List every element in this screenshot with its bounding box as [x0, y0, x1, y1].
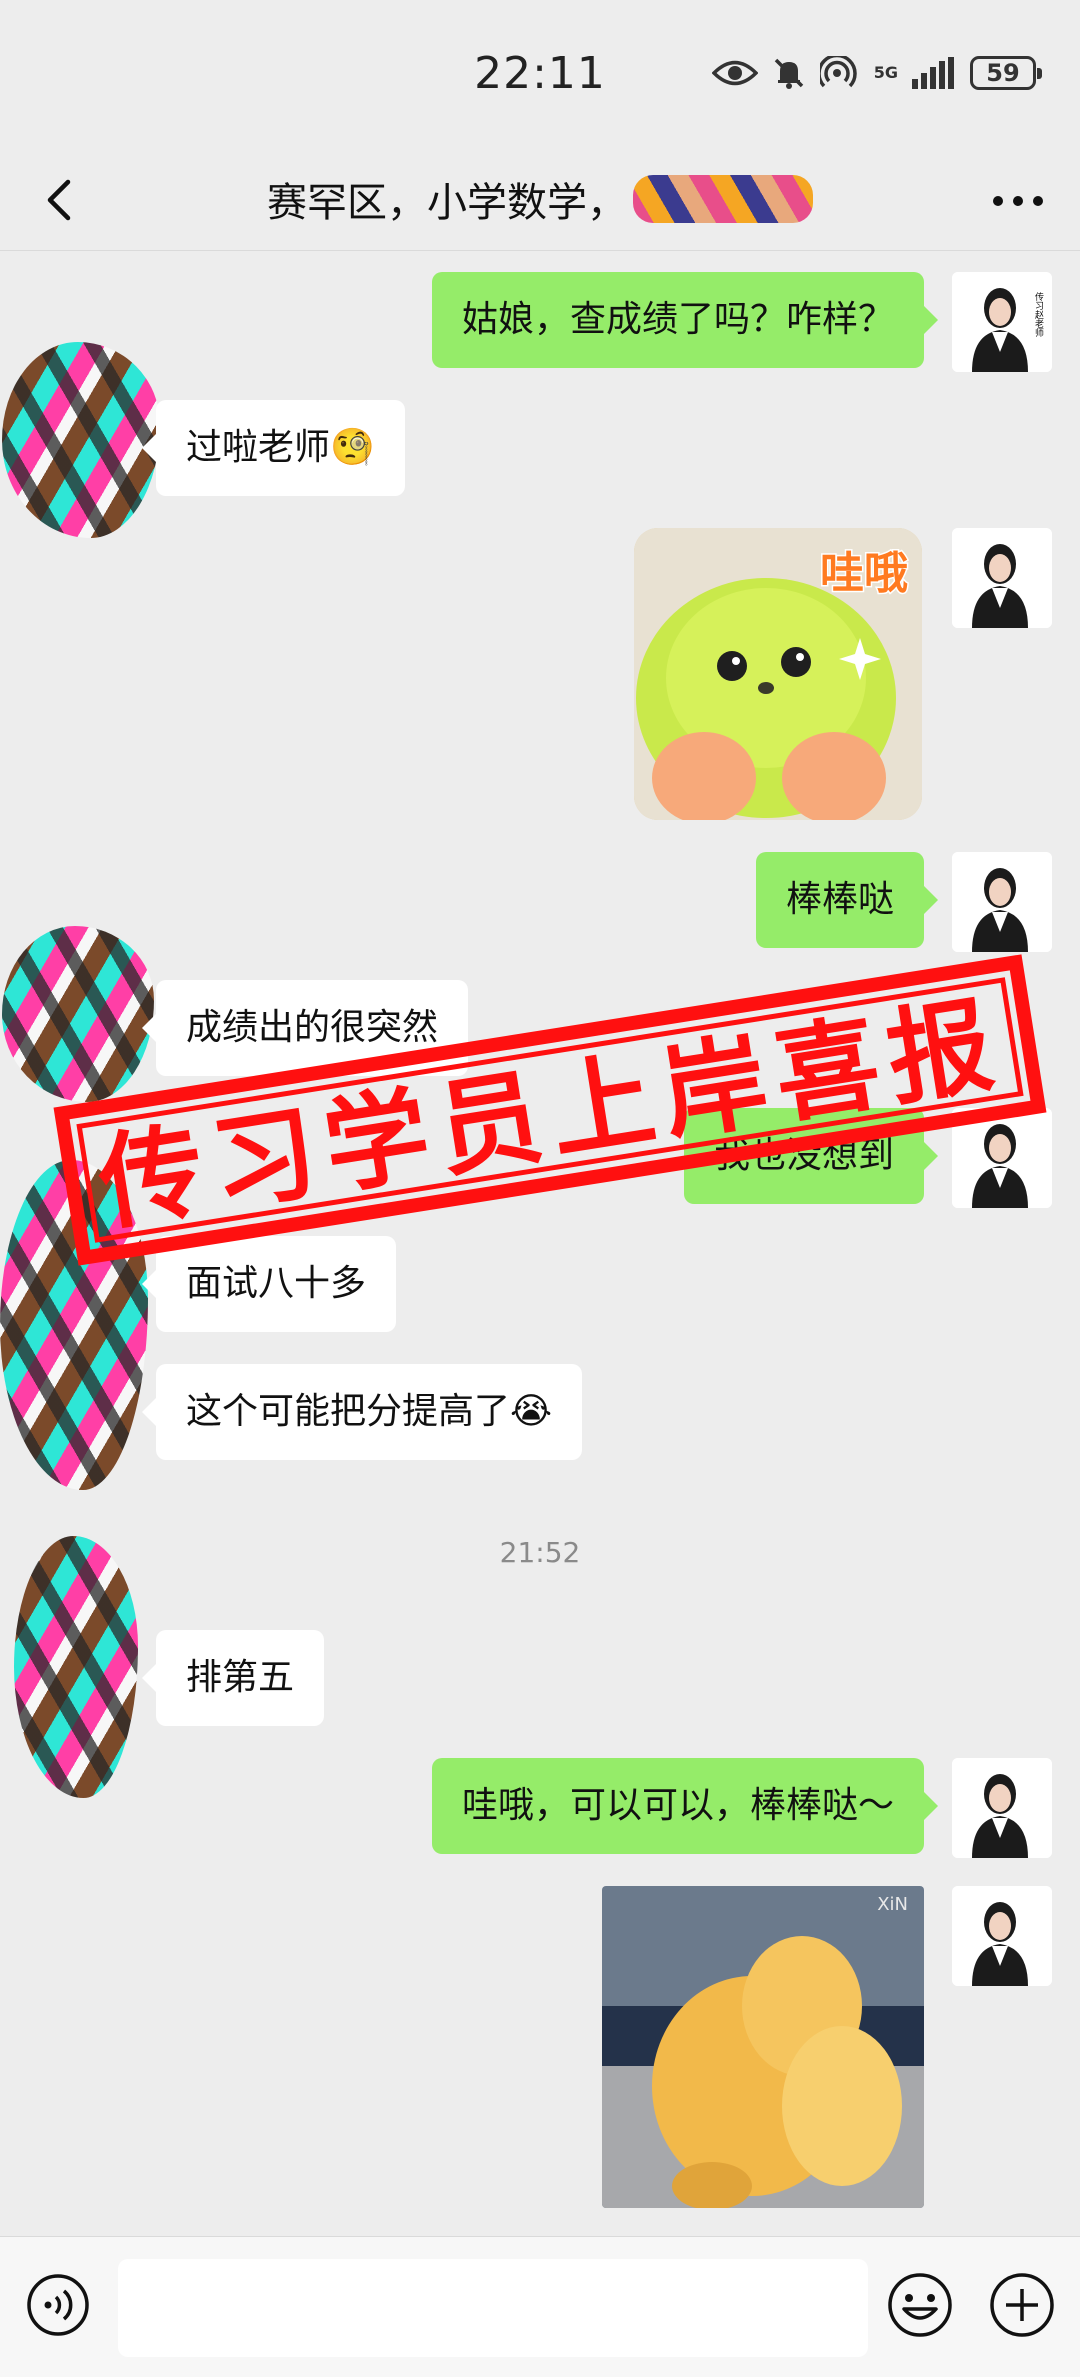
avatar-student[interactable] [14, 1536, 138, 1798]
avatar-teacher[interactable] [952, 1886, 1052, 1986]
message-bubble-in[interactable]: 过啦老师🧐 [142, 400, 405, 496]
network-label: 5G [873, 63, 898, 82]
sticker-caption: 哇哦 [820, 548, 908, 599]
mute-bell-icon [774, 58, 803, 89]
teacher-portrait-icon [952, 528, 1052, 628]
more-dots-icon[interactable] [988, 186, 1048, 216]
avatar-teacher[interactable] [952, 528, 1052, 628]
teacher-portrait-icon [952, 1758, 1052, 1858]
teacher-portrait-icon [952, 852, 1052, 952]
message-bubble-in[interactable]: 排第五 [141, 1630, 325, 1726]
message-bubble-in[interactable]: 面试八十多 [141, 1236, 397, 1332]
chat-title-wrap[interactable]: 赛罕区，小学数学， [0, 170, 1080, 230]
avatar-student[interactable] [2, 926, 154, 1102]
battery-level: 59 [986, 59, 1020, 87]
teacher-portrait-icon [952, 1886, 1052, 1986]
message-bubble-in[interactable]: 这个可能把分提高了😭 [141, 1364, 583, 1460]
teacher-caption: 传习赵老师 [1033, 291, 1044, 338]
chat-header: 赛罕区，小学数学， [0, 150, 1080, 251]
eye-icon [711, 60, 758, 86]
hotspot-icon [819, 56, 857, 88]
emoji-icon[interactable] [886, 2271, 954, 2339]
gif-watermark: XiN [877, 1894, 908, 1915]
avatar-student[interactable] [2, 342, 160, 538]
signal-icon [912, 57, 954, 89]
input-bar [0, 2236, 1080, 2377]
plus-icon[interactable] [988, 2271, 1056, 2339]
network-type: 5G [874, 65, 898, 81]
voice-icon[interactable] [26, 2273, 90, 2337]
status-bar: 22:11 5G 59 [0, 0, 1080, 150]
avatar-teacher[interactable] [952, 1758, 1052, 1858]
sticker-wow-bean[interactable]: 哇哦 [634, 528, 922, 820]
message-bubble-out[interactable]: 棒棒哒 [755, 852, 939, 948]
teacher-portrait-icon: 传习赵老师 [952, 272, 1052, 372]
message-bubble-out[interactable]: 姑娘，查成绩了吗？咋样？ [431, 272, 939, 368]
avatar-teacher[interactable] [952, 852, 1052, 952]
status-icons: 5G 59 [711, 56, 1042, 90]
avatar-teacher[interactable]: 传习赵老师 [952, 272, 1052, 372]
dancing-bean-gif-icon: XiN [602, 1886, 924, 2208]
chat-title: 赛罕区，小学数学， [267, 180, 627, 226]
battery-indicator: 59 [970, 56, 1042, 90]
redacted-name [633, 175, 813, 223]
chat-timestamp: 21:52 [499, 1536, 581, 1569]
green-bean-sticker-icon: 哇哦 [634, 528, 922, 820]
gif-message[interactable]: XiN [602, 1886, 924, 2208]
message-bubble-out[interactable]: 哇哦，可以可以，棒棒哒～ [431, 1758, 939, 1854]
message-input[interactable] [118, 2259, 868, 2357]
